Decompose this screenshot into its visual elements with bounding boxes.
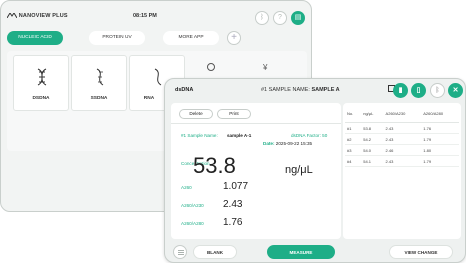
table-cell: #4	[345, 155, 362, 167]
save-icon[interactable]: ▯	[411, 83, 426, 98]
printer-icon[interactable]: ▤	[291, 11, 305, 25]
menu-icon[interactable]	[173, 245, 187, 259]
custom-icon: ¥	[263, 63, 268, 72]
divider	[171, 123, 341, 124]
bluetooth-icon[interactable]: ᛒ	[255, 11, 269, 25]
metric-value: 2.43	[223, 199, 243, 210]
table-cell: 2.46	[383, 144, 422, 156]
factor-label: dsDNA Factor: 50	[291, 133, 328, 138]
measure-button[interactable]: MEASURE	[267, 245, 335, 259]
metric-value: 1.76	[223, 217, 243, 228]
date-value: 2025-09-22 15:35	[275, 141, 313, 146]
date-row: Date: 2025-09-22 15:35	[263, 141, 312, 146]
table-cell: 2.43	[383, 155, 422, 167]
table-cell: #1	[345, 122, 362, 134]
table-cell: 1.79	[421, 133, 459, 145]
tile-label: SSDNA	[90, 96, 108, 101]
tab-more-app[interactable]: MORE APP	[163, 31, 219, 45]
add-app-button[interactable]: +	[227, 31, 241, 45]
sample-name-heading: #1 SAMPLE NAME: SAMPLE A	[261, 87, 340, 93]
date-label: Date:	[263, 141, 275, 146]
blank-button[interactable]: BLANK	[193, 245, 237, 259]
action-bar: BLANK MEASURE VIEW CHANGE	[165, 239, 465, 262]
single-strand-icon	[96, 68, 104, 86]
column-header: A260/A280	[421, 109, 459, 123]
metric-label: A260/A280	[181, 221, 204, 226]
tile-label: DSDNA	[32, 96, 50, 101]
table-cell: 1.79	[421, 155, 459, 167]
metric-label: A260	[181, 185, 192, 190]
concentration-value: 53.8	[193, 153, 236, 178]
table-cell: #3	[345, 144, 362, 156]
file-icon[interactable]: ▮	[393, 83, 408, 98]
dna-helix-icon	[37, 68, 47, 86]
metric-label: A260/A230	[181, 203, 204, 208]
column-header: No.	[345, 109, 362, 123]
table-cell: #2	[345, 133, 362, 145]
delete-button[interactable]: Delete	[179, 109, 213, 119]
tile-dsdna[interactable]: DSDNA	[13, 55, 69, 111]
app-title: dsDNA	[175, 87, 194, 93]
table-cell: 1.80	[421, 144, 459, 156]
sample-field-label: #1 Sample Name:	[181, 133, 218, 138]
oligo-icon	[207, 63, 215, 71]
results-table: No. ng/μL A260/A230 A260/A280 #1 53.8 2.…	[345, 109, 459, 167]
brand-logo: NANOVIEW PLUS	[6, 12, 68, 19]
close-icon[interactable]: ✕	[448, 83, 463, 98]
table-row[interactable]: #4 54.1 2.43 1.79	[345, 155, 459, 167]
help-icon[interactable]: ?	[273, 11, 287, 25]
table-row[interactable]: #1 53.8 2.43 1.76	[345, 122, 459, 134]
tab-protein-uv[interactable]: PROTEIN UV	[89, 31, 145, 45]
column-header: ng/μL	[361, 109, 384, 123]
result-screen: dsDNA #1 SAMPLE NAME: SAMPLE A ▮ ▯ ᛒ ✕ D…	[164, 78, 466, 263]
table-cell: 54.2	[361, 133, 384, 145]
table-cell: 1.76	[421, 122, 459, 134]
sample-name-value: SAMPLE A	[311, 87, 340, 93]
table-cell: 54.0	[361, 144, 384, 156]
table-cell: 2.43	[383, 122, 422, 134]
metric-value: 1.077	[223, 181, 249, 192]
tab-nucleic-acid[interactable]: NUCLEIC ACID	[7, 31, 63, 45]
column-header: A260/A230	[383, 109, 422, 123]
concentration-unit: ng/μL	[285, 164, 313, 176]
home-topbar: NANOVIEW PLUS 08:15 PM ᛒ ? ▤	[1, 1, 311, 29]
table-cell: 54.1	[361, 155, 384, 167]
table-header-row: No. ng/μL A260/A230 A260/A280	[345, 109, 459, 123]
result-header: dsDNA #1 SAMPLE NAME: SAMPLE A ▮ ▯ ᛒ ✕	[165, 79, 465, 101]
brand-name: NANOVIEW PLUS	[18, 13, 68, 19]
clock: 08:15 PM	[133, 13, 157, 19]
sample-name-prefix: #1 SAMPLE NAME:	[261, 87, 312, 93]
table-cell: 2.43	[383, 133, 422, 145]
view-change-button[interactable]: VIEW CHANGE	[389, 245, 453, 259]
brand-mark-icon	[6, 12, 18, 19]
rna-strand-icon	[154, 68, 162, 86]
table-cell: 53.8	[361, 122, 384, 134]
tile-ssdna[interactable]: SSDNA	[71, 55, 127, 111]
bluetooth-icon[interactable]: ᛒ	[430, 83, 445, 98]
table-row[interactable]: #3 54.0 2.46 1.80	[345, 144, 459, 156]
sample-field-value: sample A-1	[227, 133, 252, 138]
table-row[interactable]: #2 54.2 2.43 1.79	[345, 133, 459, 145]
print-button[interactable]: Print	[217, 109, 251, 119]
